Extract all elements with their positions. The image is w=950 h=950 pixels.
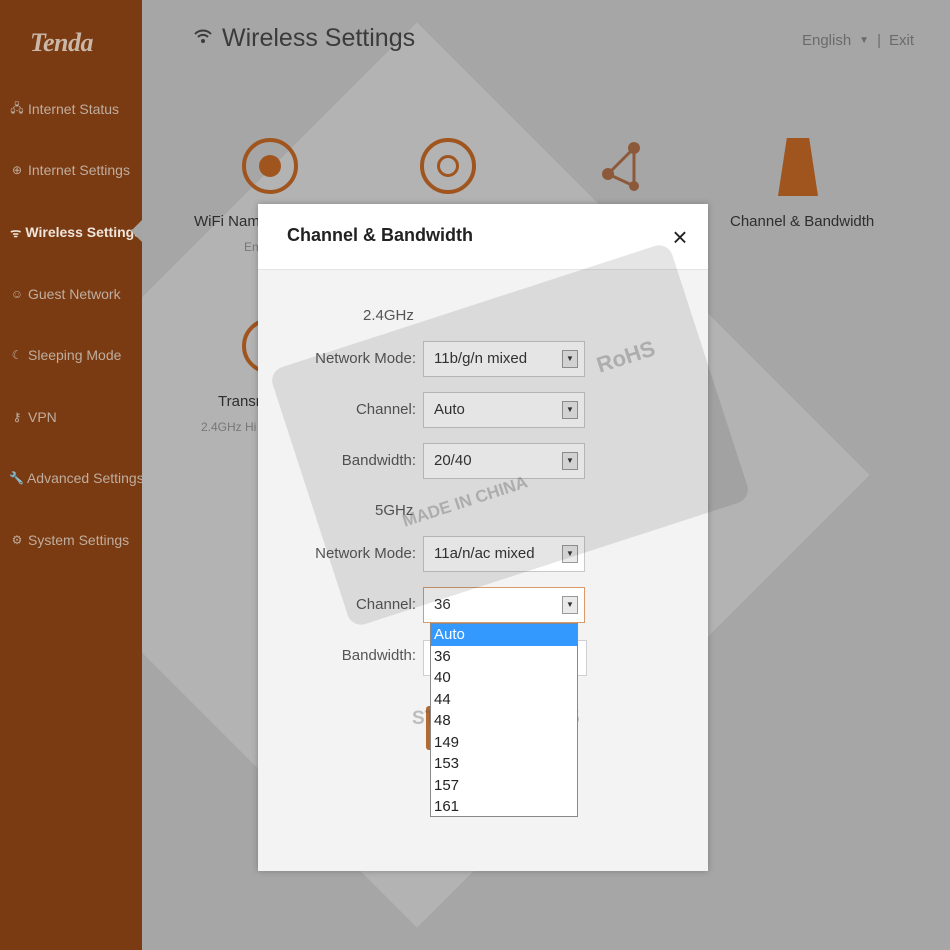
channel-option[interactable]: 153 xyxy=(431,753,577,775)
guest-icon: ☺ xyxy=(10,287,24,301)
select-value: 36 xyxy=(434,596,451,613)
select-value: 11a/n/ac mixed xyxy=(434,545,535,562)
sidebar-item-label: Guest Network xyxy=(28,286,121,302)
chevron-down-icon[interactable]: ▼ xyxy=(562,350,578,368)
select-value: 11b/g/n mixed xyxy=(434,350,528,367)
language-select[interactable]: English xyxy=(802,32,851,49)
wifi-name-tile-icon[interactable] xyxy=(242,138,298,194)
exit-link[interactable]: Exit xyxy=(889,32,914,49)
channel-label-5: Channel: xyxy=(355,596,416,613)
channel-option[interactable]: 149 xyxy=(431,732,577,754)
moon-icon: ☾ xyxy=(11,348,23,362)
bandwidth-label-24: Bandwidth: xyxy=(341,452,416,469)
chevron-down-icon[interactable]: ▼ xyxy=(562,596,578,614)
page-title: Wireless Settings xyxy=(194,24,415,53)
sidebar-item-system-settings[interactable]: ⚙ System Settings xyxy=(9,525,142,555)
channel-option[interactable]: 44 xyxy=(431,689,577,711)
share-icon[interactable] xyxy=(600,140,646,203)
sidebar-item-wireless-settings[interactable]: ᯤ Wireless Settings xyxy=(9,217,142,247)
channel-option[interactable]: 157 xyxy=(431,775,577,797)
sidebar-item-label: Internet Settings xyxy=(28,162,130,178)
sidebar-item-vpn[interactable]: ⚷ VPN xyxy=(9,402,142,432)
bandwidth-select-24[interactable]: 20/40 ▼ xyxy=(423,443,585,479)
sidebar-item-label: VPN xyxy=(28,409,57,425)
sidebar-item-label: System Settings xyxy=(28,532,130,548)
gear-icon: ⚙ xyxy=(11,533,23,547)
sidebar: Tenda 🖧 Internet Status ⊕ Internet Setti… xyxy=(0,0,144,950)
channel-option[interactable]: 161 xyxy=(431,796,577,818)
page-title-text: Wireless Settings xyxy=(222,24,416,52)
chevron-down-icon[interactable]: ▼ xyxy=(562,452,578,470)
sidebar-item-label: Sleeping Mode xyxy=(28,347,122,363)
channel-option[interactable]: 48 xyxy=(431,710,577,732)
channel-option[interactable]: 36 xyxy=(431,646,577,668)
tile-sub-transmit: 2.4GHz Hi xyxy=(201,420,257,434)
section-heading-5ghz: 5GHz xyxy=(375,502,414,519)
tenda-logo: Tenda xyxy=(30,28,94,57)
select-value: Auto xyxy=(434,401,465,418)
channel-dropdown-list[interactable]: Auto 36 40 44 48 149 153 157 161 xyxy=(430,623,578,817)
sidebar-item-internet-settings[interactable]: ⊕ Internet Settings xyxy=(9,155,142,185)
header-actions: English ▼ | Exit xyxy=(802,32,914,49)
road-icon[interactable] xyxy=(778,138,818,196)
sidebar-item-label: Wireless Settings xyxy=(25,224,142,240)
header-separator: | xyxy=(877,32,881,49)
channel-select-5[interactable]: 36 ▼ xyxy=(423,587,585,623)
wifi-icon xyxy=(194,28,212,49)
schedule-tile-icon[interactable] xyxy=(420,138,476,194)
channel-select-24[interactable]: Auto ▼ xyxy=(423,392,585,428)
network-mode-label-24: Network Mode: xyxy=(315,350,416,367)
sidebar-item-guest-network[interactable]: ☺ Guest Network xyxy=(9,279,142,309)
chevron-down-icon[interactable]: ▼ xyxy=(562,545,578,563)
sidebar-item-internet-status[interactable]: 🖧 Internet Status xyxy=(9,94,142,124)
select-value: 20/40 xyxy=(434,452,472,469)
close-icon[interactable]: × xyxy=(668,222,692,252)
wifi-icon: ᯤ xyxy=(10,225,22,240)
wrench-icon: 🔧 xyxy=(9,471,24,485)
chevron-down-icon[interactable]: ▼ xyxy=(562,401,578,419)
network-mode-select-5[interactable]: 11a/n/ac mixed ▼ xyxy=(423,536,585,572)
vpn-icon: ⚷ xyxy=(12,410,22,424)
internet-status-icon: 🖧 xyxy=(10,100,24,115)
sidebar-item-label: Advanced Settings xyxy=(26,470,144,486)
tile-sub-wifi-name: En xyxy=(244,240,259,254)
chevron-down-icon[interactable]: ▼ xyxy=(859,35,869,46)
tile-label-channel-bandwidth[interactable]: Channel & Bandwidth xyxy=(730,213,874,230)
globe-icon: ⊕ xyxy=(11,163,23,177)
dialog-header: Channel & Bandwidth × xyxy=(258,204,708,270)
sidebar-item-sleeping-mode[interactable]: ☾ Sleeping Mode xyxy=(9,340,142,370)
network-mode-label-5: Network Mode: xyxy=(315,545,416,562)
sidebar-item-label: Internet Status xyxy=(28,101,120,117)
sidebar-item-advanced-settings[interactable]: 🔧 Advanced Settings xyxy=(9,463,144,493)
dialog-title: Channel & Bandwidth xyxy=(287,225,473,245)
section-heading-24ghz: 2.4GHz xyxy=(363,307,414,324)
network-mode-select-24[interactable]: 11b/g/n mixed ▼ xyxy=(423,341,585,377)
active-indicator xyxy=(131,220,142,242)
channel-option[interactable]: 40 xyxy=(431,667,577,689)
bandwidth-label-5: Bandwidth: xyxy=(341,647,416,664)
channel-option[interactable]: Auto xyxy=(431,624,577,646)
channel-label-24: Channel: xyxy=(355,401,416,418)
